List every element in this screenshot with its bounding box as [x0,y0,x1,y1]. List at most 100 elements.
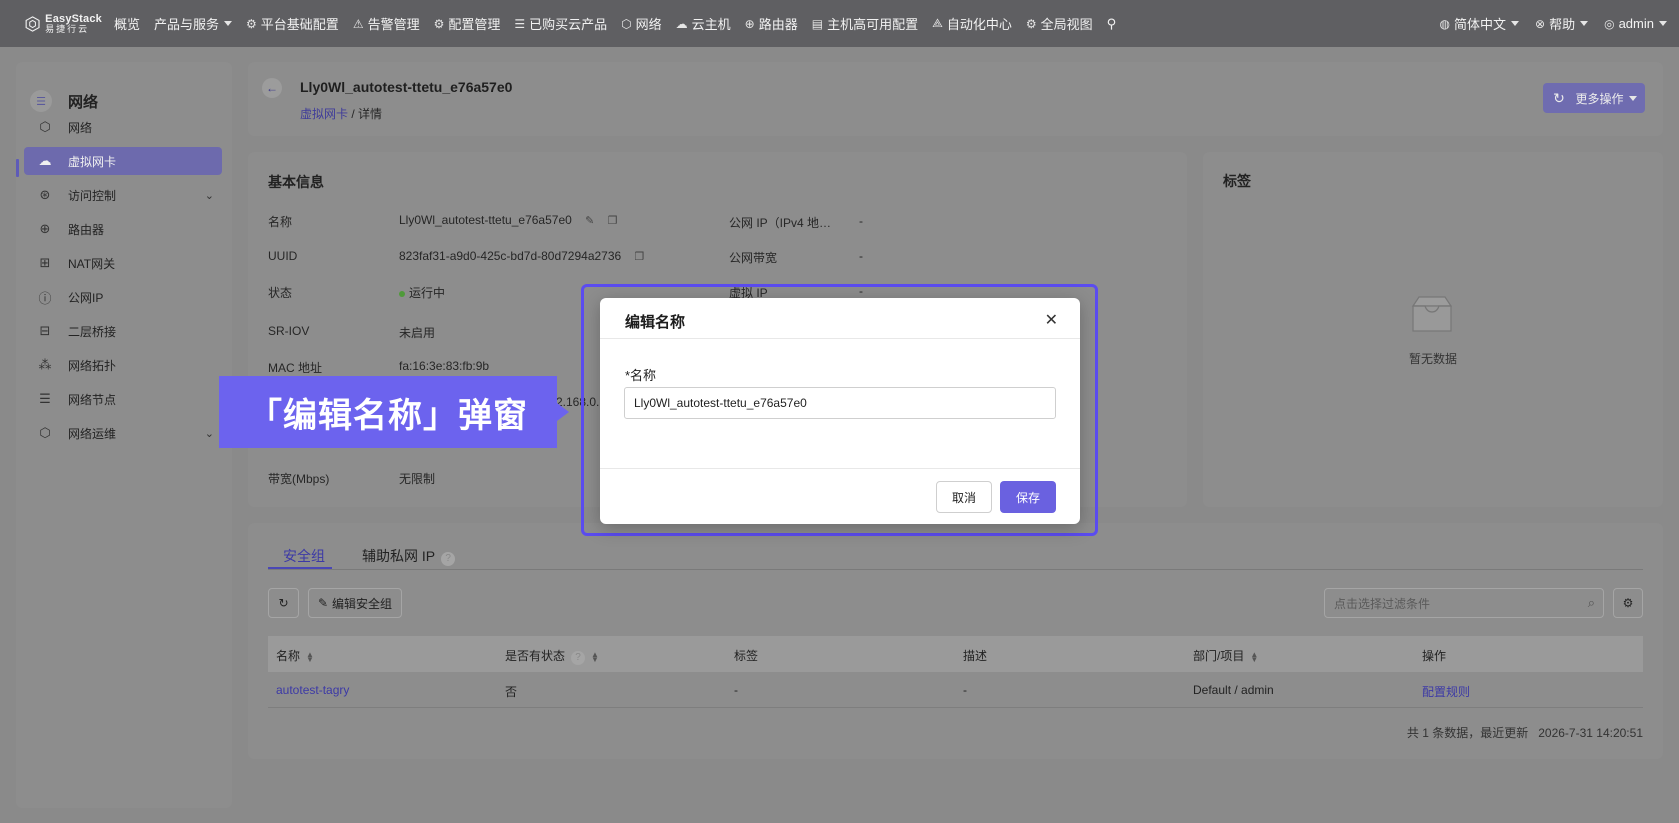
sidebar-item-icon: ⁂ [38,357,52,372]
sidebar-item-9[interactable]: ⬡ 网络运维 ⌄ [24,419,222,447]
edit-security-group-button[interactable]: ✎ 编辑安全组 [308,588,402,618]
column-header-stateful[interactable]: 是否有状态? ▲ ▼ [505,647,599,665]
topnav-item-icon: ☁ [675,16,688,31]
tags-card: 标签 暂无数据 [1203,152,1663,507]
tab-security-group[interactable]: 安全组 [283,546,325,566]
page-title: Lly0Wl_autotest-ttetu_e76a57e0 [300,79,513,95]
sidebar-item-icon: ☰ [39,391,51,406]
topnav-item-icon: ⚙ [433,16,445,31]
user-label: admin [1618,16,1654,31]
topnav-item-10[interactable]: ⟁ 自动化中心 [932,14,1012,33]
sidebar-item-label: NAT网关 [68,256,116,271]
save-button[interactable]: 保存 [1000,481,1056,513]
uuid-label: UUID [268,249,298,263]
filter-search-input[interactable]: 点击选择过滤条件 ⌕ [1324,588,1604,618]
topnav-item-icon: ⬡ [621,16,632,31]
sg-stateful-cell: 否 [505,685,518,699]
sidebar-item-6[interactable]: ⊟ 二层桥接 [24,317,222,345]
topnav-item-0[interactable]: 概览 [114,14,140,33]
chevron-down-icon: ⌄ [204,189,214,202]
brand-subtitle: 易捷行云 [45,23,90,34]
close-icon[interactable]: ✕ [1045,310,1058,330]
topnav-item-2[interactable]: ⚙ 平台基础配置 [246,14,339,33]
breadcrumb-separator: / [351,107,355,121]
callout-arrow [557,403,569,421]
copy-icon[interactable]: ❐ [635,250,645,263]
topnav-item-7[interactable]: ☁ 云主机 [676,14,731,33]
more-actions-button[interactable]: 更多操作 [1567,83,1645,113]
pin-icon[interactable]: ⚲ [1107,16,1117,32]
back-arrow-icon[interactable]: ← [262,78,282,98]
topnav-item-1[interactable]: 产品与服务 [154,14,233,33]
topnav-item-label: 已购买云产品 [529,17,608,32]
public-bandwidth-label: 公网带宽 [729,251,778,265]
bandwidth-label: 带宽(Mbps) [268,472,330,486]
sidebar-item-label: 网络 [68,120,93,135]
sidebar-item-7[interactable]: ⁂ 网络拓扑 [24,351,222,379]
sidebar-item-4[interactable]: ⊞ NAT网关 [24,249,222,277]
cancel-button[interactable]: 取消 [936,481,992,513]
user-menu[interactable]: ◎ admin [1604,16,1667,31]
help-question-icon[interactable]: ? [571,651,586,665]
help-menu[interactable]: ⊗ 帮助 [1535,14,1589,33]
column-header-name[interactable]: 名称 ▲ ▼ [276,647,314,664]
sg-tags-cell: - [734,683,738,697]
sidebar-item-1[interactable]: ☁ 虚拟网卡 [24,147,222,175]
name-input[interactable] [624,387,1056,419]
topnav-item-11[interactable]: ⚙ 全局视图 [1026,14,1093,33]
tab-secondary-private-ip[interactable]: 辅助私网 IP? [362,546,456,566]
edit-icon: ✎ [317,596,329,610]
topnav-item-4[interactable]: ⚙ 配置管理 [434,14,501,33]
sidebar-item-5[interactable]: ⓘ 公网IP [24,283,222,311]
modal-footer-divider [600,468,1080,469]
sidebar-item-8[interactable]: ☰ 网络节点 [24,385,222,413]
sriov-label: SR-IOV [268,324,310,338]
table-count-text: 共 1 条数据，最近更新 [1406,726,1529,740]
sidebar-item-2[interactable]: ⊛ 访问控制 ⌄ [24,181,222,209]
topnav-item-8[interactable]: ⊕ 路由器 [745,14,798,33]
table-refresh-button[interactable]: ↻ [268,588,299,618]
modal-title: 编辑名称 [625,314,686,331]
chevron-down-icon [1659,21,1667,26]
help-question-icon[interactable]: ? [441,552,456,566]
sidebar-item-0[interactable]: ⬡ 网络 [24,113,222,141]
edit-icon[interactable]: ✎ [585,214,594,227]
sidebar-item-3[interactable]: ⊕ 路由器 [24,215,222,243]
uuid-value: 823faf31-a9d0-425c-bd7d-80d7294a2736 [399,249,622,263]
menu-collapse-icon[interactable]: ☰ [30,90,52,112]
name-label: 名称 [268,215,293,229]
sg-name-link[interactable]: autotest-tagry [276,683,349,697]
callout-label: 「编辑名称」弹窗 [219,376,557,448]
column-header-description: 描述 [963,649,988,663]
topnav-item-3[interactable]: ⚠ 告警管理 [353,14,420,33]
name-value-row: Lly0Wl_autotest-ttetu_e76a57e0 ✎ ❐ [399,213,618,227]
topnav-item-label: 配置管理 [448,17,501,32]
topnav-item-icon: ⚙ [246,16,257,31]
gear-icon: ⚙ [1622,596,1634,610]
column-header-project[interactable]: 部门/项目 ▲ ▼ [1193,647,1258,664]
topnav-item-9[interactable]: ▤ 主机高可用配置 [812,14,918,33]
easystack-logo-icon [25,15,40,32]
sidebar-item-label: 网络节点 [68,392,117,407]
topnav-item-6[interactable]: ⬡ 网络 [621,14,662,33]
table-footer: 共 1 条数据，最近更新 2026-7-31 14:20:51 [1407,724,1643,741]
topnav-item-icon: ⚠ [352,16,364,31]
sidebar-item-icon: ⓘ [38,290,52,306]
topnav-item-label: 自动化中心 [946,17,1012,32]
column-header-stateful-label: 是否有状态 [505,649,566,663]
easystack-logo[interactable]: EasyStack 易捷行云 [24,13,102,35]
column-settings-button[interactable]: ⚙ [1613,588,1643,618]
security-group-card: 安全组 辅助私网 IP? ↻ ✎ 编辑安全组 点击选择过滤条件 ⌕ ⚙ 名称 ▲ ▼… [248,523,1663,759]
configure-rules-link[interactable]: 配置规则 [1422,683,1470,700]
sidebar-item-label: 路由器 [68,222,105,237]
sidebar-item-icon: ⬡ [39,425,51,440]
sidebar-item-label: 访问控制 [68,188,117,203]
help-label: 帮助 [1549,17,1576,32]
public-bandwidth-value: - [859,249,863,263]
breadcrumb-parent-link[interactable]: 虚拟网卡 [300,107,348,121]
language-switch[interactable]: ◍ 简体中文 [1440,14,1520,33]
tab-divider [268,569,1643,570]
copy-icon[interactable]: ❐ [608,214,618,227]
sidebar: ☰ 网络 ⬡ 网络 ☁ 虚拟网卡 ⊛ 访问控制 ⌄ ⊕ 路由器 ⊞ NAT网关 ⓘ 公网IP ⊟ 二层桥接 ⁂… [16,62,232,808]
topnav-item-5[interactable]: ☰ 已购买云产品 [514,14,607,33]
